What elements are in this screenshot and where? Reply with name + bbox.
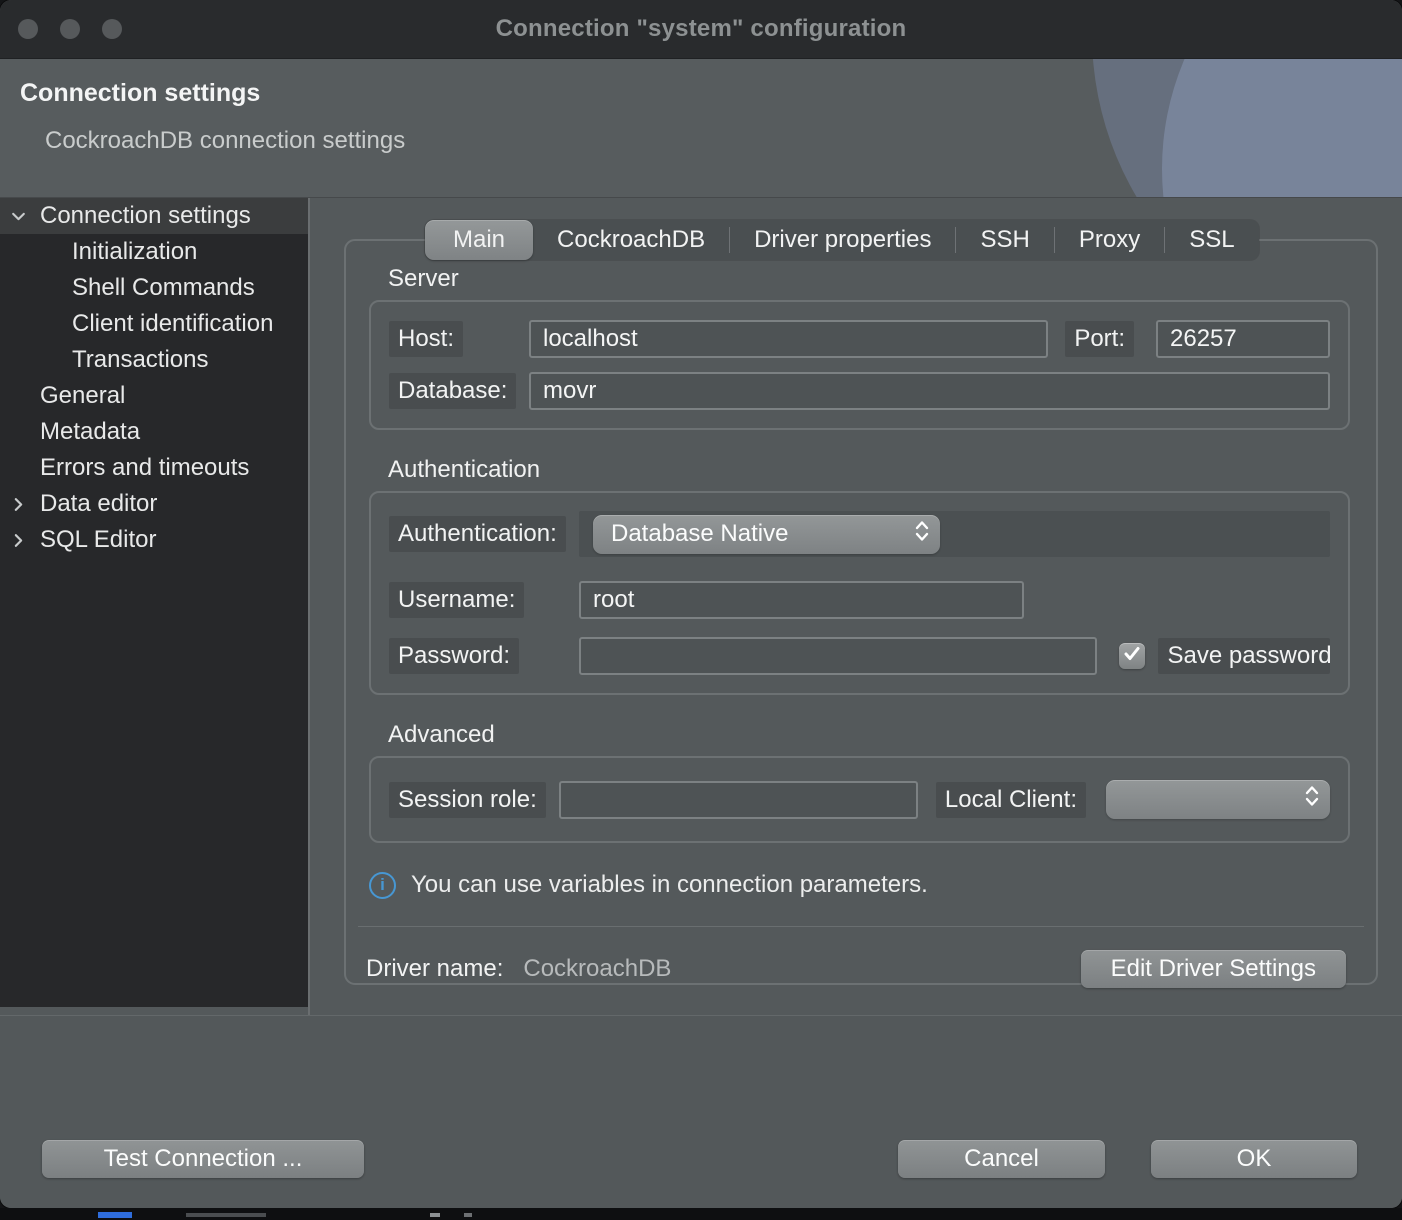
sidebar-item-label: Client identification [72,310,273,338]
driver-name-label: Driver name: [366,955,503,983]
chevron-right-icon[interactable] [0,532,40,549]
settings-tree: Connection settings Initialization Shell C… [0,198,308,1007]
host-label: Host: [389,321,463,357]
database-input[interactable] [529,372,1330,410]
database-label: Database: [389,373,516,409]
sidebar-item-label: Shell Commands [72,274,255,302]
authentication-group: Authentication: Database Native Username… [369,491,1350,695]
dialog-footer: Test Connection ... Cancel OK [0,1015,1402,1208]
background-app-strip [0,1208,1402,1220]
username-label: Username: [389,582,524,618]
tab-driver-properties[interactable]: Driver properties [730,220,955,260]
sidebar-item-metadata[interactable]: Metadata [0,414,308,450]
traffic-lights [18,19,122,39]
save-password-label: Save password [1158,638,1330,674]
ok-button[interactable]: OK [1151,1140,1357,1178]
page-subtitle: CockroachDB connection settings [45,127,405,155]
sidebar-item-label: General [40,382,125,410]
tab-bar: MainCockroachDBDriver propertiesSSHProxy… [425,220,1259,260]
sidebar-item-label: Initialization [72,238,197,266]
sidebar-item-label: SQL Editor [40,526,157,554]
save-password-checkbox[interactable] [1119,643,1145,669]
advanced-group: Session role: Local Client: [369,756,1350,843]
password-input[interactable] [579,637,1097,675]
dialog-header: Connection settings CockroachDB connecti… [0,59,1402,198]
tab-cockroachdb[interactable]: CockroachDB [533,220,729,260]
header-decoration-arc [1092,59,1402,198]
info-circle-icon: i [369,872,396,899]
background-fragment [430,1213,440,1217]
local-client-label: Local Client: [936,782,1086,818]
edit-driver-settings-button[interactable]: Edit Driver Settings [1081,950,1346,988]
panel-divider [358,926,1364,927]
chevron-up-down-icon [1304,784,1320,815]
advanced-group-legend: Advanced [388,721,1350,749]
server-group-legend: Server [388,265,1350,293]
sidebar-item-connection-settings[interactable]: Connection settings [0,198,308,234]
main-tab-panel: Server Host: Port: Database: Authenticat… [344,239,1378,985]
password-label: Password: [389,638,519,674]
username-input[interactable] [579,581,1024,619]
tab-ssl[interactable]: SSL [1165,220,1258,260]
sidebar-item-initialization[interactable]: Initialization [0,234,308,270]
chevron-up-down-icon [914,519,930,550]
zoom-window-icon[interactable] [102,19,122,39]
connection-config-dialog: Connection "system" configuration Connec… [0,0,1402,1208]
session-role-label: Session role: [389,782,546,818]
background-fragment [186,1213,266,1217]
info-text: You can use variables in connection para… [411,871,928,899]
sidebar-item-client-identification[interactable]: Client identification [0,306,308,342]
sidebar-item-label: Data editor [40,490,157,518]
test-connection-button[interactable]: Test Connection ... [42,1140,364,1178]
authentication-select[interactable]: Database Native [593,515,940,554]
title-bar: Connection "system" configuration [0,0,1402,59]
auth-group-legend: Authentication [388,456,1350,484]
sidebar-item-label: Transactions [72,346,209,374]
sidebar-item-label: Errors and timeouts [40,454,249,482]
close-window-icon[interactable] [18,19,38,39]
background-fragment [464,1213,472,1217]
server-group: Host: Port: Database: [369,300,1350,430]
sidebar-item-transactions[interactable]: Transactions [0,342,308,378]
driver-name-value: CockroachDB [523,955,671,983]
local-client-select[interactable] [1106,780,1330,819]
sidebar-item-shell-commands[interactable]: Shell Commands [0,270,308,306]
tab-proxy[interactable]: Proxy [1055,220,1164,260]
sidebar-item-data-editor[interactable]: Data editor [0,486,308,522]
authentication-row-strip: Database Native [579,511,1330,557]
authentication-label: Authentication: [389,516,566,552]
sidebar-item-label: Metadata [40,418,140,446]
background-fragment [98,1212,132,1218]
port-input[interactable] [1156,320,1330,358]
tab-main[interactable]: Main [425,220,533,260]
minimize-window-icon[interactable] [60,19,80,39]
port-label: Port: [1065,321,1134,357]
session-role-input[interactable] [559,781,918,819]
driver-row: Driver name: CockroachDB Edit Driver Set… [366,949,1350,989]
window-title: Connection "system" configuration [496,15,907,43]
tab-ssh[interactable]: SSH [956,220,1053,260]
page-title: Connection settings [20,79,260,108]
host-input[interactable] [529,320,1048,358]
authentication-selected-value: Database Native [611,520,914,548]
sidebar-item-general[interactable]: General [0,378,308,414]
checkmark-icon [1123,646,1141,667]
sidebar-item-errors-and-timeouts[interactable]: Errors and timeouts [0,450,308,486]
sidebar-item-label: Connection settings [40,202,251,230]
chevron-down-icon[interactable] [0,208,40,225]
chevron-right-icon[interactable] [0,496,40,513]
info-message: i You can use variables in connection pa… [369,871,1350,899]
cancel-button[interactable]: Cancel [898,1140,1105,1178]
sidebar-item-sql-editor[interactable]: SQL Editor [0,522,308,558]
main-content: MainCockroachDBDriver propertiesSSHProxy… [308,198,1402,1015]
